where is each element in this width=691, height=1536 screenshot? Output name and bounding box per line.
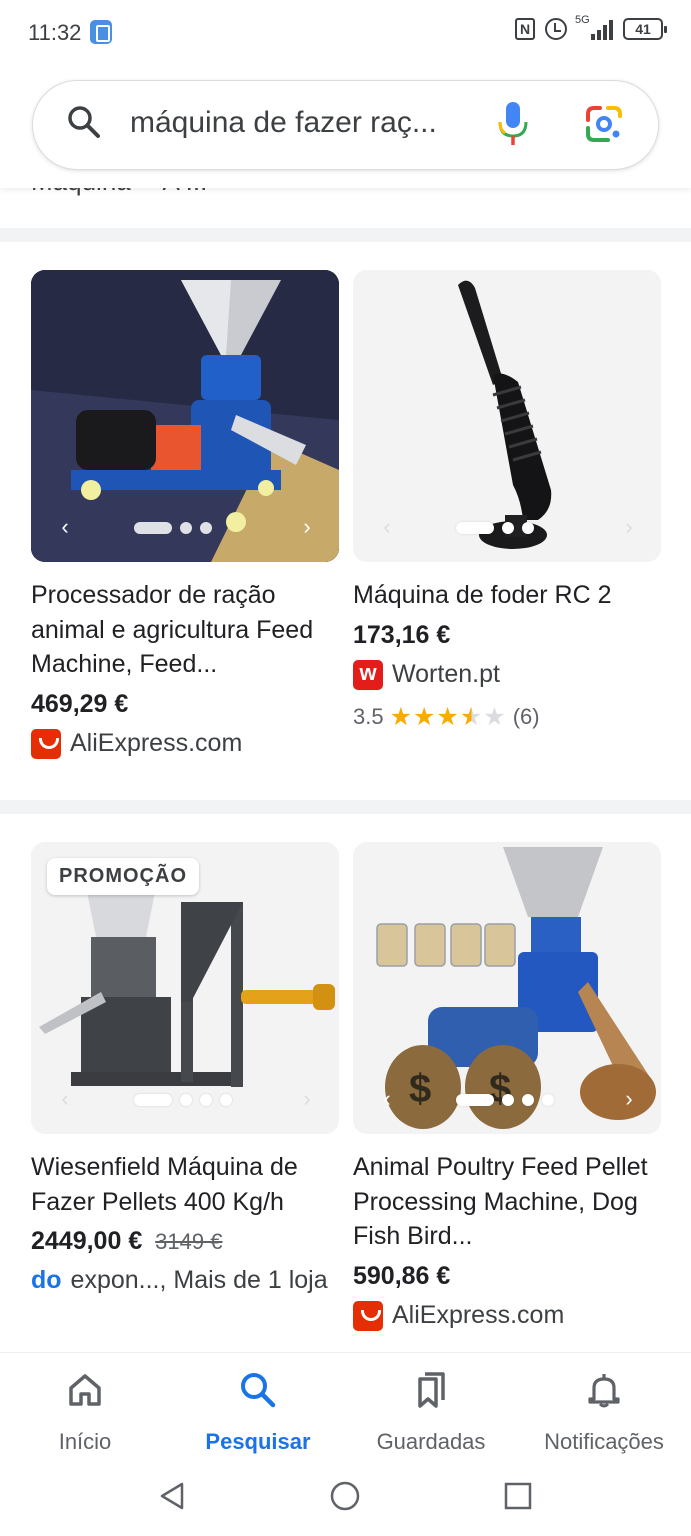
nav-notifications[interactable]: Notificações bbox=[524, 1371, 684, 1455]
current-price: 2449,00 € bbox=[31, 1227, 143, 1255]
product-price: 2449,00 € 3149 € bbox=[31, 1227, 339, 1256]
product-title[interactable]: Wiesenfield Máquina de Fazer Pellets 400… bbox=[31, 1150, 339, 1219]
seller-row[interactable]: do expon..., Mais de 1 loja bbox=[31, 1266, 339, 1295]
google-lens-icon[interactable] bbox=[584, 104, 624, 144]
seller-name: AliExpress.com bbox=[70, 729, 243, 757]
recents-icon[interactable] bbox=[502, 1480, 534, 1512]
search-header: máquina de fazer raç... bbox=[0, 62, 691, 188]
network-type: 5G bbox=[575, 14, 590, 26]
status-icons: N 5G 41 bbox=[515, 14, 667, 40]
product-card[interactable]: ‹ › Processador de ração animal e agricu… bbox=[31, 270, 339, 759]
pellet-machine-image bbox=[31, 270, 339, 562]
system-navigation-bar bbox=[0, 1464, 691, 1536]
carousel-prev-button[interactable]: ‹ bbox=[377, 514, 397, 540]
pellet-machine-image: $ $ bbox=[353, 842, 661, 1134]
carousel-prev-button[interactable]: ‹ bbox=[377, 1086, 397, 1112]
product-image[interactable]: ‹ › bbox=[31, 270, 339, 562]
home-icon bbox=[69, 1374, 101, 1406]
rating-row: 3.5 ★★★★★ (6) bbox=[353, 702, 661, 732]
carousel-next-button[interactable]: › bbox=[619, 1086, 639, 1112]
product-card[interactable]: PROMOÇÃO ‹ › Wiesenfield Máquina de Faze… bbox=[31, 842, 339, 1295]
seller-name: Worten.pt bbox=[392, 660, 500, 688]
carousel-dots bbox=[456, 522, 534, 534]
product-image[interactable]: ‹ › bbox=[353, 270, 661, 562]
nav-notifications-label: Notificações bbox=[544, 1429, 664, 1454]
review-count: (6) bbox=[512, 703, 540, 729]
nav-search-label: Pesquisar bbox=[205, 1429, 311, 1454]
seller-name: AliExpress.com bbox=[392, 1301, 565, 1329]
status-bar: 11:32 N 5G 41 bbox=[0, 0, 691, 62]
carousel-dots bbox=[456, 1094, 554, 1106]
worten-logo-icon bbox=[353, 659, 383, 690]
product-title[interactable]: Máquina de foder RC 2 bbox=[353, 578, 661, 613]
search-input[interactable]: máquina de fazer raç... bbox=[130, 106, 460, 140]
carousel-next-button[interactable]: › bbox=[297, 514, 317, 540]
section-divider bbox=[0, 800, 691, 814]
product-image[interactable]: $ $ ‹ › bbox=[353, 842, 661, 1134]
carousel-dots bbox=[134, 522, 212, 534]
carousel-next-button[interactable]: › bbox=[297, 1086, 317, 1112]
nav-home-label: Início bbox=[58, 1429, 112, 1454]
seller-prefix: do bbox=[31, 1266, 62, 1294]
product-price: 469,29 € bbox=[31, 689, 129, 718]
nav-saved-label: Guardadas bbox=[376, 1429, 486, 1454]
mic-icon[interactable] bbox=[495, 100, 531, 148]
nav-home[interactable]: Início bbox=[5, 1371, 165, 1455]
alarm-icon bbox=[545, 18, 567, 40]
signal-icon: 5G bbox=[575, 14, 613, 40]
back-icon[interactable] bbox=[156, 1480, 188, 1512]
carousel-prev-button[interactable]: ‹ bbox=[55, 1086, 75, 1112]
rating-value: 3.5 bbox=[353, 703, 384, 729]
promo-badge: PROMOÇÃO bbox=[47, 858, 199, 895]
product-image[interactable]: PROMOÇÃO ‹ › bbox=[31, 842, 339, 1134]
star-rating-icon: ★★★★★ bbox=[389, 702, 507, 731]
search-icon bbox=[241, 1373, 276, 1408]
nfc-icon: N bbox=[515, 18, 535, 40]
svg-text:$: $ bbox=[409, 1067, 431, 1111]
status-time: 11:32 bbox=[28, 20, 82, 45]
product-title[interactable]: Animal Poultry Feed Pellet Processing Ma… bbox=[353, 1150, 661, 1254]
bottom-navigation: Início Pesquisar Guardadas Notificações bbox=[0, 1352, 691, 1464]
carousel-dots bbox=[134, 1094, 232, 1106]
seller-row[interactable]: AliExpress.com bbox=[353, 1300, 661, 1331]
old-price: 3149 € bbox=[155, 1229, 223, 1254]
section-divider bbox=[0, 228, 691, 242]
seller-row[interactable]: Worten.pt bbox=[353, 659, 661, 690]
battery-icon: 41 bbox=[623, 18, 667, 40]
carousel-next-button[interactable]: › bbox=[619, 514, 639, 540]
aliexpress-logo-icon bbox=[353, 1300, 383, 1331]
seller-row[interactable]: AliExpress.com bbox=[31, 728, 339, 759]
product-title[interactable]: Processador de ração animal e agricultur… bbox=[31, 578, 339, 682]
product-photo bbox=[353, 270, 661, 562]
product-card[interactable]: $ $ ‹ › Animal Poultry Feed Pellet Proce… bbox=[353, 842, 661, 1331]
bell-icon bbox=[588, 1374, 620, 1408]
aliexpress-logo-icon bbox=[31, 728, 61, 759]
app-notification-icon bbox=[90, 20, 112, 44]
product-price: 590,86 € bbox=[353, 1261, 451, 1290]
seller-name: expon..., Mais de 1 loja bbox=[70, 1266, 328, 1294]
nav-saved[interactable]: Guardadas bbox=[351, 1371, 511, 1455]
search-icon[interactable] bbox=[66, 104, 102, 140]
product-price: 173,16 € bbox=[353, 620, 451, 649]
home-circle-icon[interactable] bbox=[329, 1480, 361, 1512]
carousel-prev-button[interactable]: ‹ bbox=[55, 514, 75, 540]
saved-collections-icon bbox=[418, 1372, 445, 1408]
nav-search[interactable]: Pesquisar bbox=[178, 1371, 338, 1455]
product-card[interactable]: ‹ › Máquina de foder RC 2 173,16 € Worte… bbox=[353, 270, 661, 732]
